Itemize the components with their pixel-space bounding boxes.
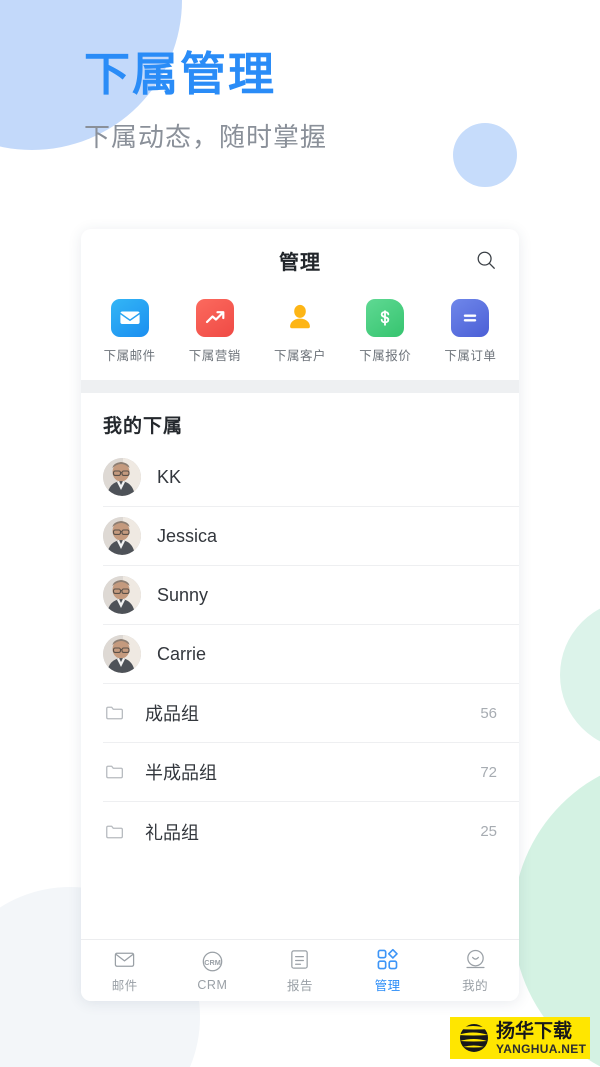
- smiley-icon: [464, 947, 487, 971]
- dollar-doc-icon: [366, 299, 405, 337]
- avatar: [103, 576, 141, 614]
- list-item[interactable]: Carrie: [103, 625, 519, 684]
- quick-action-subordinate-marketing[interactable]: 下属营销: [172, 299, 257, 364]
- decor-circle-mint-upper: [560, 600, 600, 750]
- mail-icon: [110, 299, 149, 337]
- list-item-label: 成品组: [145, 704, 199, 724]
- tab-label: 报告: [286, 979, 313, 993]
- list-item-label: 礼品组: [145, 822, 199, 843]
- bottom-tab-bar: 邮件 CRM CRM 报告 管理 我的: [81, 939, 519, 1001]
- tab-label: 我的: [462, 979, 489, 993]
- svg-text:CRM: CRM: [204, 958, 221, 967]
- crm-circle-icon: CRM: [201, 950, 224, 974]
- list-item-count: 72: [480, 763, 497, 781]
- quick-action-grid: 下属邮件 下属营销 下属客户 下属报价 下属订单: [81, 291, 519, 380]
- list-item-label: Jessica: [157, 525, 218, 546]
- watermark-logo: 扬华下载 YANGHUA.NET: [450, 1017, 590, 1059]
- quick-action-subordinate-quote[interactable]: 下属报价: [343, 299, 428, 364]
- avatar: [103, 517, 141, 555]
- tab-label: CRM: [197, 977, 228, 992]
- quick-action-label: 下属邮件: [103, 349, 156, 363]
- tab-manage[interactable]: 管理: [344, 940, 432, 1001]
- person-icon: [281, 299, 319, 337]
- section-divider-band: [81, 380, 519, 393]
- quick-action-label: 下属营销: [188, 349, 241, 363]
- list-item[interactable]: 半成品组 72: [103, 743, 519, 802]
- page-title: 下属管理: [84, 48, 276, 100]
- app-header: 管理: [81, 229, 519, 291]
- list-item-label: Sunny: [157, 584, 209, 605]
- quick-action-label: 下属客户: [274, 349, 327, 363]
- list-item[interactable]: 礼品组 25: [103, 802, 519, 861]
- trending-up-icon: [195, 299, 234, 337]
- watermark-text: 扬华下载 YANGHUA.NET: [496, 1022, 586, 1055]
- list-item-label: 半成品组: [145, 763, 217, 783]
- quick-action-subordinate-order[interactable]: 下属订单: [428, 299, 513, 364]
- subordinates-list: 我的下属 KK Jessica Sunny Carrie 成品组 56 半成品组…: [81, 393, 519, 939]
- quick-action-label: 下属报价: [359, 349, 412, 363]
- tab-mail[interactable]: 邮件: [81, 940, 169, 1001]
- avatar: [103, 635, 141, 673]
- list-item-count: 56: [480, 704, 497, 722]
- list-item-label: Carrie: [157, 643, 207, 664]
- list-item[interactable]: Sunny: [103, 566, 519, 625]
- section-title: 我的下属: [103, 416, 184, 437]
- grid-diamond-icon: [376, 947, 399, 971]
- hero-section: 下属管理 下属动态，随时掌握: [0, 0, 600, 154]
- list-item-label: KK: [157, 466, 182, 487]
- globe-swoosh-icon: [454, 1020, 494, 1056]
- tab-profile[interactable]: 我的: [431, 940, 519, 1001]
- quick-action-subordinate-mail[interactable]: 下属邮件: [87, 299, 172, 364]
- tab-label: 管理: [374, 979, 401, 993]
- list-item[interactable]: KK: [103, 448, 519, 507]
- order-doc-icon: [451, 299, 490, 337]
- search-icon[interactable]: [471, 245, 501, 275]
- tab-label: 邮件: [111, 979, 138, 993]
- list-item[interactable]: 成品组 56: [103, 684, 519, 743]
- folder-icon: [103, 760, 127, 784]
- list-item[interactable]: Jessica: [103, 507, 519, 566]
- tab-crm[interactable]: CRM CRM: [169, 940, 257, 1001]
- envelope-icon: [113, 947, 136, 971]
- watermark-cn: 扬华下载: [496, 1020, 573, 1042]
- app-header-title: 管理: [279, 251, 321, 274]
- app-preview-card: 管理 下属邮件 下属营销 下属客户 下属报价 下属订单 我的下属 KK Jess…: [81, 229, 519, 1001]
- folder-icon: [103, 701, 127, 725]
- folder-icon: [103, 820, 127, 844]
- tab-report[interactable]: 报告: [256, 940, 344, 1001]
- quick-action-label: 下属订单: [444, 349, 497, 363]
- document-icon: [288, 947, 311, 971]
- page-subtitle: 下属动态，随时掌握: [84, 121, 328, 152]
- quick-action-subordinate-customer[interactable]: 下属客户: [257, 299, 342, 364]
- watermark-en: YANGHUA.NET: [496, 1041, 587, 1056]
- list-item-count: 25: [480, 823, 497, 840]
- avatar: [103, 458, 141, 496]
